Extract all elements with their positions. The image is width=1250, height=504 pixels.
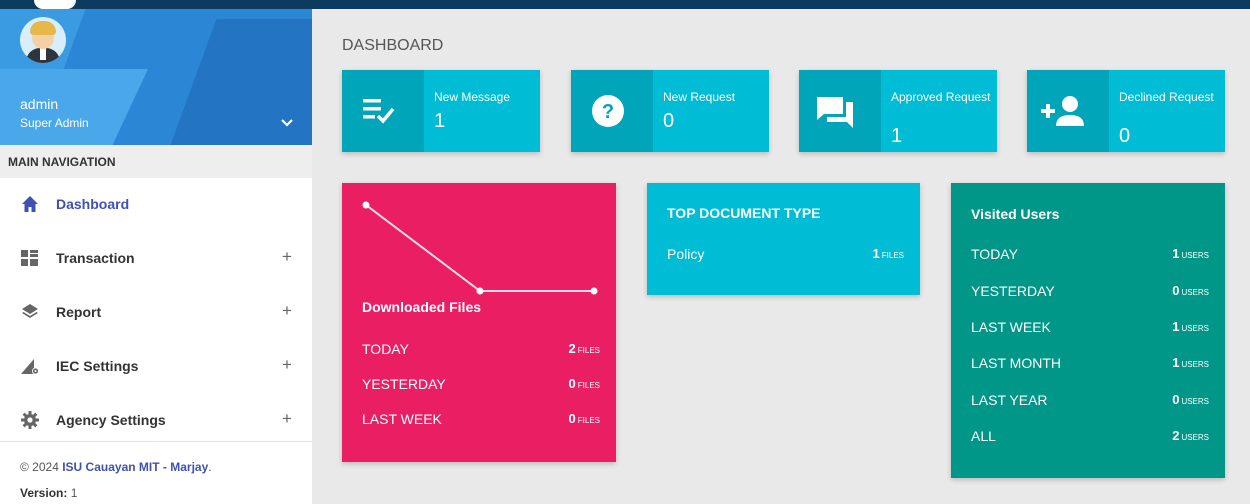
sidebar-item-label: Agency Settings xyxy=(56,412,166,428)
nav-header: MAIN NAVIGATION xyxy=(0,145,312,178)
layers-icon xyxy=(20,302,40,322)
top-document-type-card: TOP DOCUMENT TYPE Policy 1 FILES xyxy=(647,183,920,295)
stat-row: ALL 2 USERS xyxy=(971,428,1209,444)
info-box-label: Approved Request xyxy=(891,90,991,104)
top-bar xyxy=(0,0,1250,9)
user-role: Super Admin xyxy=(20,116,89,130)
user-name: admin xyxy=(20,96,59,112)
sidebar-item-report[interactable]: Report + xyxy=(0,286,312,340)
expand-icon[interactable]: + xyxy=(282,409,292,429)
info-box-value: 1 xyxy=(434,110,446,132)
sidebar-item-label: IEC Settings xyxy=(56,358,139,374)
chevron-down-icon[interactable] xyxy=(280,115,294,131)
sidebar-item-label: Dashboard xyxy=(56,196,130,212)
info-box-new-request[interactable]: ? New Request 0 xyxy=(571,70,769,152)
home-icon xyxy=(20,194,40,214)
info-box-label: New Message xyxy=(434,90,511,104)
card-title: TOP DOCUMENT TYPE xyxy=(667,205,821,221)
person-add-icon xyxy=(1027,70,1109,152)
card-title: Visited Users xyxy=(971,206,1060,222)
version: Version: 1 xyxy=(20,486,78,500)
forum-icon xyxy=(799,70,881,152)
visited-users-card: Visited Users TODAY 1 USERS YESTERDAY 0 USER… xyxy=(951,183,1225,478)
expand-icon[interactable]: + xyxy=(282,301,292,321)
info-box-new-message[interactable]: New Message 1 xyxy=(342,70,540,152)
svg-text:?: ? xyxy=(602,101,614,123)
sidebar-item-transaction[interactable]: Transaction + xyxy=(0,232,312,286)
playlist-check-icon xyxy=(342,70,424,152)
sidebar: admin Super Admin MAIN NAVIGATION Dashbo… xyxy=(0,9,312,504)
user-info: admin Super Admin xyxy=(0,9,312,145)
info-box-declined-request[interactable]: Declined Request 0 xyxy=(1027,70,1225,152)
grid-icon xyxy=(20,248,40,268)
downloaded-files-card: Downloaded Files TODAY 2 FILES YESTERDAY 0 F… xyxy=(342,183,616,462)
info-box-value: 0 xyxy=(663,110,675,132)
info-box-label: Declined Request xyxy=(1119,90,1214,104)
sparkline-point xyxy=(362,201,370,209)
footer-link[interactable]: ISU Cauayan MIT - Marjay xyxy=(62,460,208,474)
expand-icon[interactable]: + xyxy=(282,247,292,267)
info-box-value: 1 xyxy=(891,125,903,147)
sparkline-point xyxy=(476,287,484,295)
page-title: DASHBOARD xyxy=(342,37,444,54)
downloaded-files-sparkline xyxy=(362,201,598,295)
sparkline-point xyxy=(590,287,598,295)
info-box-label: New Request xyxy=(663,90,736,104)
sidebar-item-iec-settings[interactable]: IEC Settings + xyxy=(0,340,312,394)
sidebar-footer: © 2024 ISU Cauayan MIT - Marjay. Version… xyxy=(0,441,312,504)
stat-row: TODAY 1 USERS xyxy=(971,246,1209,262)
stat-row: YESTERDAY 0 USERS xyxy=(971,283,1209,299)
stat-row: TODAY 2 FILES xyxy=(362,341,600,357)
sidebar-item-label: Transaction xyxy=(56,250,135,266)
stat-row: YESTERDAY 0 FILES xyxy=(362,376,600,392)
stat-row: LAST MONTH 1 USERS xyxy=(971,355,1209,371)
expand-icon[interactable]: + xyxy=(282,355,292,375)
sidebar-item-agency-settings[interactable]: Agency Settings + xyxy=(0,394,312,448)
signal-settings-icon xyxy=(20,356,40,376)
sidebar-item-dashboard[interactable]: Dashboard xyxy=(0,178,312,232)
avatar[interactable] xyxy=(20,17,66,63)
copyright: © 2024 ISU Cauayan MIT - Marjay. xyxy=(20,460,212,474)
stat-row: LAST WEEK 0 FILES xyxy=(362,411,600,427)
stat-row: Policy 1 FILES xyxy=(667,246,904,262)
stat-row: LAST YEAR 0 USERS xyxy=(971,392,1209,408)
card-title: Downloaded Files xyxy=(362,299,482,315)
stat-row: LAST WEEK 1 USERS xyxy=(971,319,1209,335)
sidebar-item-label: Report xyxy=(56,304,102,320)
sparkline-series xyxy=(365,204,594,292)
info-box-approved-request[interactable]: Approved Request 1 xyxy=(799,70,997,152)
info-box-value: 0 xyxy=(1119,125,1131,147)
gear-icon xyxy=(20,410,40,430)
help-icon: ? xyxy=(571,70,653,152)
